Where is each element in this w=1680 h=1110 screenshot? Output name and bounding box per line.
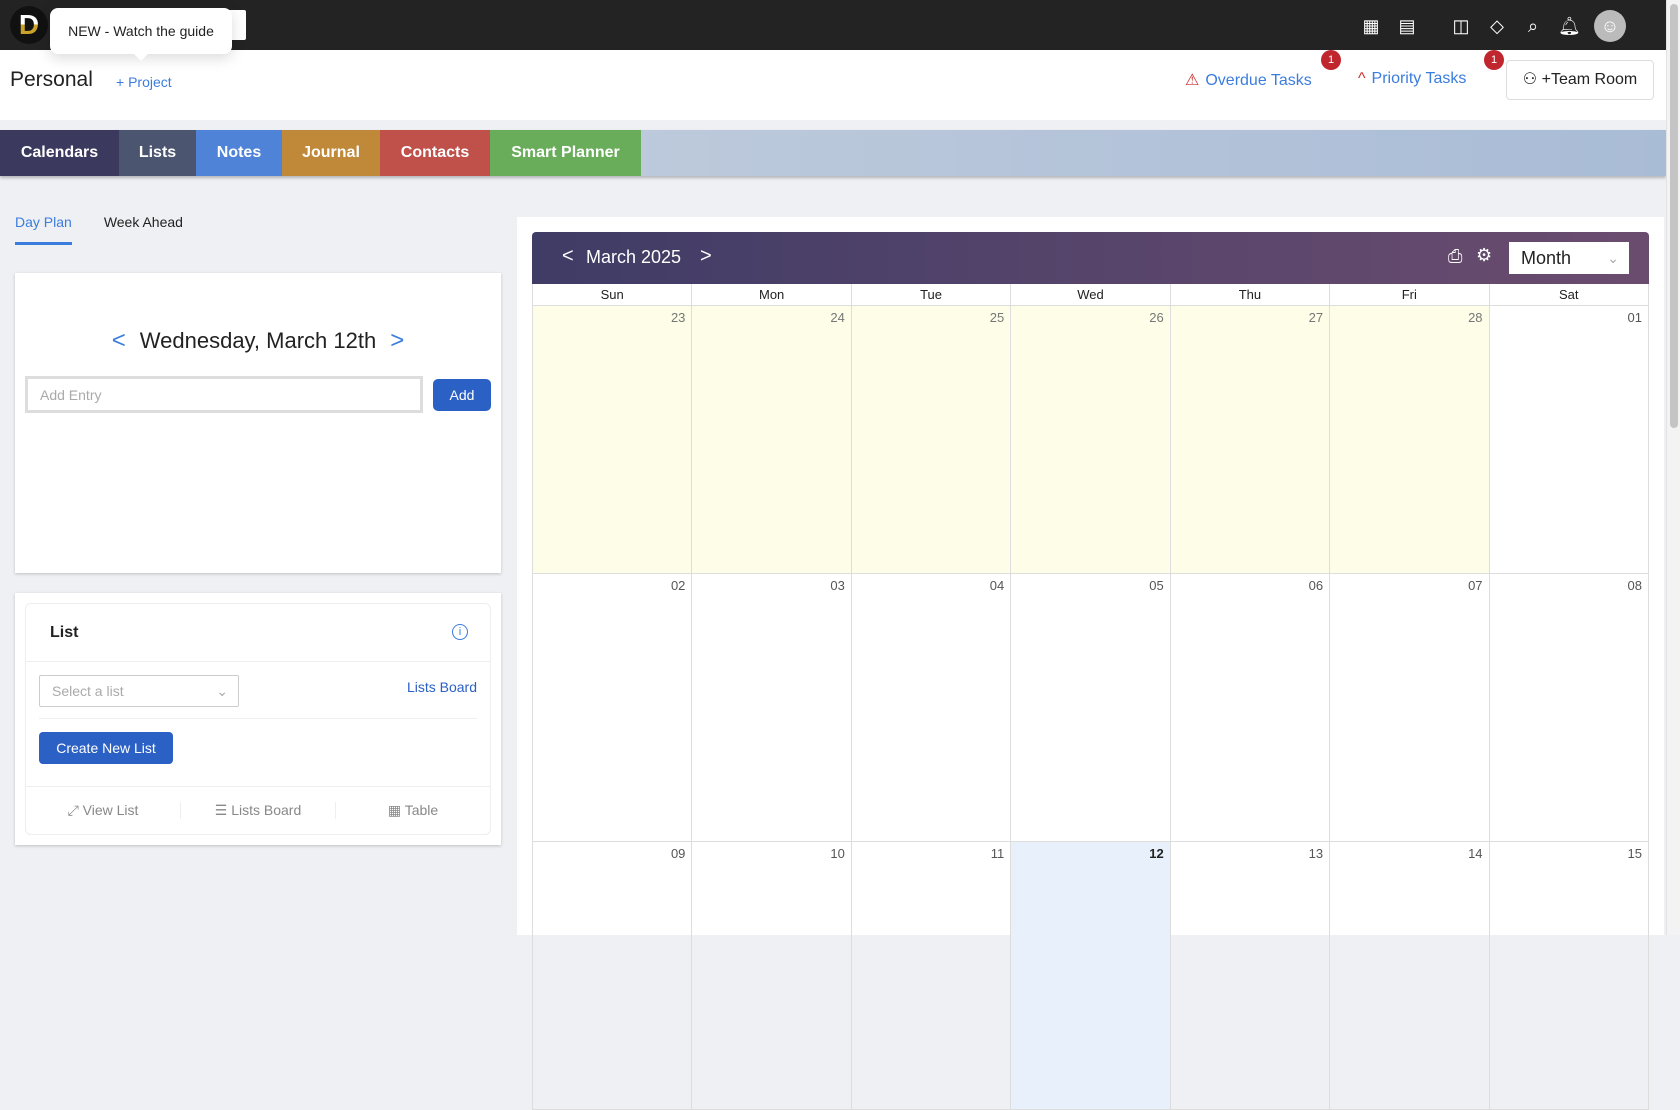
calendar-day-cell[interactable]: 10 <box>692 842 852 1109</box>
scrollbar[interactable] <box>1666 0 1680 935</box>
scrollbar-thumb[interactable] <box>1670 4 1678 428</box>
calendar-week: 09 10 11 12 13 14 15 <box>533 842 1649 1110</box>
calendar-day-cell[interactable]: 07 <box>1330 574 1490 841</box>
avatar[interactable]: ☺ <box>1594 10 1626 42</box>
calendar-day-cell[interactable]: 27 <box>1170 306 1331 573</box>
search-icon[interactable]: ⌕ <box>1522 15 1544 37</box>
weekday-header: Sun <box>533 284 693 305</box>
calendar-day-cell[interactable]: 02 <box>533 574 693 841</box>
top-bar: D ▦ ▤ ◫ ◇ ⌕ 🔔︎ ☺ <box>0 0 1666 50</box>
team-room-button[interactable]: ⚇ +Team Room <box>1506 60 1654 100</box>
team-icon: ⚇ <box>1522 71 1542 88</box>
priority-tasks-link[interactable]: ^ Priority Tasks <box>1358 70 1466 88</box>
gear-icon[interactable]: ⚙ <box>1476 245 1492 266</box>
table-icon: ▦ <box>387 802 405 818</box>
priority-badge: 1 <box>1484 50 1504 70</box>
guide-tooltip[interactable]: NEW - Watch the guide <box>50 8 232 61</box>
calendar-day-cell[interactable]: 06 <box>1171 574 1331 841</box>
next-day-icon[interactable]: > <box>390 327 404 354</box>
main-tabs: Calendars Lists Notes Journal Contacts S… <box>0 130 1666 176</box>
bell-icon[interactable]: 🔔︎ <box>1558 15 1581 37</box>
info-icon[interactable]: i <box>452 624 468 640</box>
calendar-panel: < March 2025 > ⎙ ⚙ Month ⌄ Sun Mon Tue Wed Th… <box>517 217 1664 1110</box>
weekday-header: Tue <box>852 284 1012 305</box>
day-plan-card: < Wednesday, March 12th > Add <box>15 273 501 573</box>
month-grid: Sun Mon Tue Wed Thu Fri Sat 23 24 25 26 27 28 01 02 03… <box>532 284 1649 1110</box>
calendar-icon[interactable]: ▦ <box>1360 15 1382 37</box>
calendar-week: 23 24 25 26 27 28 01 <box>533 306 1649 574</box>
lists-board-link[interactable]: Lists Board <box>407 679 477 695</box>
overdue-tasks-link[interactable]: ⚠ Overdue Tasks <box>1185 70 1312 90</box>
calendar-day-cell[interactable]: 12 <box>1011 842 1171 1109</box>
weekday-header: Sat <box>1490 284 1649 305</box>
overdue-badge: 1 <box>1321 50 1341 70</box>
expand-icon: ⤢ <box>67 802 83 818</box>
calendar-day-cell[interactable]: 11 <box>852 842 1012 1109</box>
weekday-header: Fri <box>1330 284 1490 305</box>
weekday-header: Mon <box>692 284 852 305</box>
calendar-day-cell[interactable]: 26 <box>1011 306 1171 573</box>
prev-month-icon[interactable]: < <box>562 245 574 268</box>
planner-icon[interactable]: ▤ <box>1396 15 1418 37</box>
print-icon[interactable]: ⎙ <box>1448 246 1462 267</box>
calendar-day-cell[interactable]: 15 <box>1490 842 1649 1109</box>
list-icon: ☰ <box>214 802 232 818</box>
prev-day-icon[interactable]: < <box>112 327 126 354</box>
add-entry-input[interactable] <box>28 379 420 410</box>
app-logo[interactable]: D <box>10 6 48 44</box>
calendar-day-cell[interactable]: 24 <box>692 306 852 573</box>
next-month-icon[interactable]: > <box>700 245 712 268</box>
calendar-day-cell[interactable]: 03 <box>692 574 852 841</box>
calendar-day-cell[interactable]: 28 <box>1330 306 1490 573</box>
weekday-header: Thu <box>1171 284 1331 305</box>
page-title: Personal <box>10 68 93 91</box>
view-select[interactable]: Month ⌄ <box>1509 242 1629 274</box>
calendar-header: < March 2025 > ⎙ ⚙ Month ⌄ <box>532 232 1649 284</box>
board-icon[interactable]: ◫ <box>1450 15 1472 37</box>
tags-icon[interactable]: ◇ <box>1486 15 1508 37</box>
chevron-up-icon: ^ <box>1358 70 1366 87</box>
calendar-day-cell[interactable]: 14 <box>1330 842 1490 1109</box>
calendar-day-cell[interactable]: 13 <box>1171 842 1331 1109</box>
view-list-button[interactable]: ⤢ View List <box>26 802 181 819</box>
list-card: List i Select a list ⌄ Lists Board Create… <box>15 593 501 845</box>
day-plan-date: Wednesday, March 12th <box>139 328 377 353</box>
calendar-day-cell[interactable]: 05 <box>1011 574 1171 841</box>
project-header: Personal + Project ⚠ Overdue Tasks 1 ^ Pri… <box>0 50 1666 120</box>
calendar-day-cell[interactable]: 08 <box>1490 574 1649 841</box>
tab-notes[interactable]: Notes <box>196 130 282 176</box>
chevron-down-icon: ⌄ <box>216 683 228 699</box>
calendar-month: March 2025 <box>586 247 682 267</box>
list-title: List <box>50 624 79 641</box>
warning-icon: ⚠ <box>1185 72 1200 89</box>
add-entry-button[interactable]: Add <box>433 379 491 411</box>
add-project-link[interactable]: + Project <box>116 74 172 90</box>
calendar-week: 02 03 04 05 06 07 08 <box>533 574 1649 842</box>
weekday-header: Wed <box>1011 284 1171 305</box>
create-new-list-button[interactable]: Create New List <box>39 732 173 764</box>
table-button[interactable]: ▦ Table <box>336 802 490 819</box>
calendar-day-cell[interactable]: 09 <box>533 842 693 1109</box>
calendar-day-cell[interactable]: 25 <box>851 306 1012 573</box>
tab-smart-planner[interactable]: Smart Planner <box>490 130 641 176</box>
calendar-day-cell[interactable]: 01 <box>1490 306 1649 573</box>
tab-journal[interactable]: Journal <box>282 130 380 176</box>
tab-contacts[interactable]: Contacts <box>380 130 490 176</box>
select-list-dropdown[interactable]: Select a list ⌄ <box>39 675 239 707</box>
calendar-day-cell[interactable]: 04 <box>852 574 1012 841</box>
lists-board-button[interactable]: ☰ Lists Board <box>181 802 336 819</box>
calendar-day-cell[interactable]: 23 <box>533 306 693 573</box>
chevron-down-icon: ⌄ <box>1607 250 1619 266</box>
tab-week-ahead[interactable]: Week Ahead <box>104 214 183 245</box>
tab-day-plan[interactable]: Day Plan <box>15 214 72 245</box>
tab-lists[interactable]: Lists <box>119 130 196 176</box>
tab-calendars[interactable]: Calendars <box>0 130 119 176</box>
